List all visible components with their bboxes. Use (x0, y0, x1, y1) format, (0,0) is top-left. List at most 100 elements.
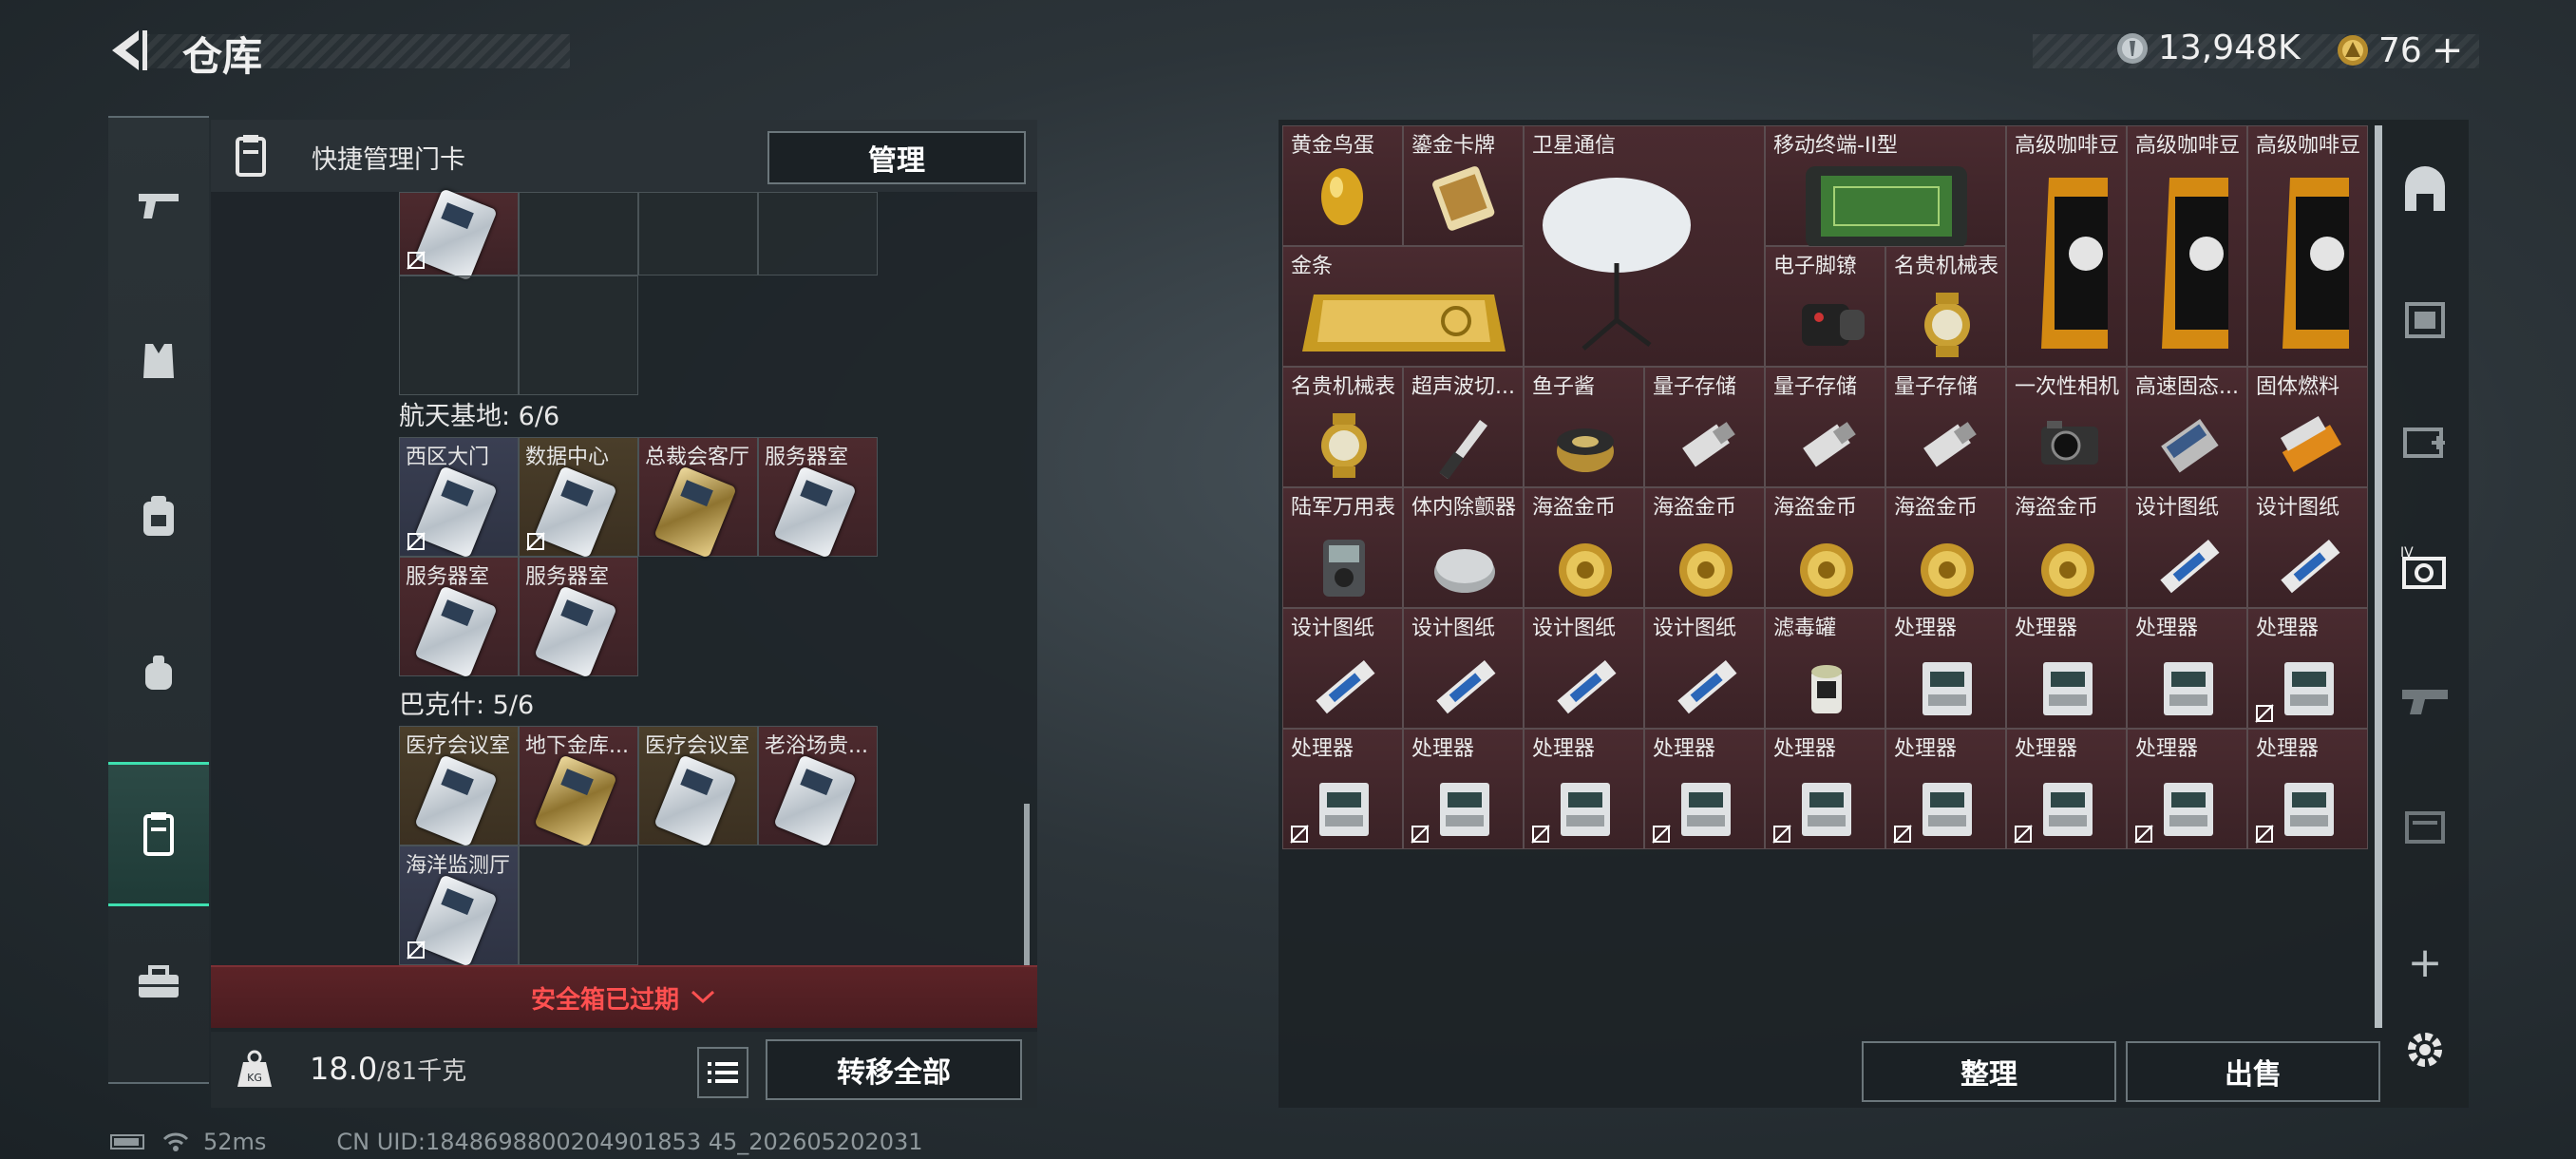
blueprint-icon (1556, 660, 1616, 714)
keycard-case-icon (143, 812, 174, 856)
inventory-item[interactable]: 滤毒罐 (1765, 608, 1885, 729)
inventory-item[interactable]: 海盗金币 (2006, 487, 2127, 608)
rail-tab-4-active[interactable]: IV (2392, 538, 2458, 604)
inventory-item[interactable]: 设计图纸 (1644, 608, 1765, 729)
keycard-slot[interactable]: 服务器室 (758, 437, 878, 559)
inventory-item[interactable]: 电子脚镣 (1765, 246, 1885, 367)
inventory-item[interactable]: 处理器 (1765, 729, 1885, 849)
inventory-item[interactable]: 黄金鸟蛋 (1282, 125, 1403, 246)
keycard-slot[interactable]: 地下金库... (519, 726, 638, 847)
rail-tab-6[interactable] (2392, 792, 2458, 859)
inventory-item[interactable]: 海盗金币 (1524, 487, 1644, 608)
category-rail (108, 116, 209, 1084)
gold-currency[interactable]: 76 + (2337, 28, 2463, 72)
rail-item-bag[interactable] (108, 621, 209, 724)
keycard-slot[interactable]: 医疗会议室 (638, 726, 758, 847)
goldcard-icon (1431, 166, 1494, 231)
manage-button[interactable]: 管理 (767, 131, 1026, 184)
silver-amount: 13,948K (2158, 28, 2301, 67)
inventory-item[interactable]: 处理器 (2006, 729, 2127, 849)
inventory-item[interactable]: 固体燃料 (2247, 367, 2368, 487)
inventory-item[interactable]: 量子存储 (1644, 367, 1765, 487)
pistol-icon (139, 194, 179, 218)
inventory-item[interactable]: 处理器 (2006, 608, 2127, 729)
keycard-slot[interactable]: 总裁会客厅 (638, 437, 758, 559)
keycard-slot[interactable]: 医疗会议室 (399, 726, 519, 847)
rail-item-toolbox[interactable] (108, 931, 209, 1034)
inventory-item[interactable]: 高速固态... (2127, 367, 2247, 487)
inventory-item[interactable]: 名贵机械表 (1282, 367, 1403, 487)
keycard-slot[interactable]: 海洋监测厅 (399, 846, 519, 967)
inventory-item[interactable]: 处理器 (1885, 608, 2006, 729)
inventory-item[interactable]: 移动终端-II型 (1765, 125, 2006, 246)
cpu-icon (2042, 662, 2093, 715)
inventory-item[interactable]: 处理器 (1282, 729, 1403, 849)
inventory-item[interactable]: 设计图纸 (2127, 487, 2247, 608)
move-all-button[interactable]: 转移全部 (766, 1039, 1022, 1100)
inventory-item[interactable]: 卫星通信 (1524, 125, 1765, 367)
list-view-button[interactable] (697, 1047, 748, 1098)
inventory-item[interactable]: 一次性相机 (2006, 367, 2127, 487)
ssd-icon (2160, 418, 2219, 473)
back-arrow-icon[interactable] (104, 27, 152, 74)
no-transfer-icon (2014, 825, 2033, 844)
inventory-item[interactable]: 海盗金币 (1765, 487, 1885, 608)
coin-icon (1799, 543, 1853, 597)
rail-item-keycards[interactable] (108, 762, 209, 906)
cpu-icon (1560, 783, 1610, 836)
inventory-item[interactable]: 处理器 (2127, 729, 2247, 849)
usb-icon (1681, 422, 1735, 467)
blueprint-icon (2159, 540, 2219, 594)
rail-item-weapons[interactable] (108, 154, 209, 256)
keycard-slot[interactable]: 老浴场贵... (758, 726, 878, 847)
inventory-item[interactable]: 设计图纸 (1282, 608, 1403, 729)
inventory-item[interactable]: 设计图纸 (1403, 608, 1524, 729)
rail-tab-1[interactable] (2392, 158, 2458, 224)
inventory-item[interactable]: 处理器 (1524, 729, 1644, 849)
inventory-item[interactable]: 量子存储 (1885, 367, 2006, 487)
inventory-item[interactable]: 处理器 (2247, 608, 2368, 729)
sell-button[interactable]: 出售 (2126, 1041, 2380, 1102)
inventory-item[interactable]: 体内除颤器 (1403, 487, 1524, 608)
keycard-slot[interactable]: 服务器室 (519, 557, 638, 678)
sort-button[interactable]: 整理 (1862, 1041, 2116, 1102)
inventory-item[interactable]: 高级咖啡豆 (2247, 125, 2368, 367)
rail-tab-2[interactable] (2392, 285, 2458, 352)
rail-item-armor[interactable] (108, 310, 209, 412)
svg-text:KG: KG (247, 1072, 262, 1084)
rail-item-backpack[interactable] (108, 466, 209, 568)
keycard-slot[interactable] (399, 188, 519, 281)
cpu-icon (2163, 662, 2213, 715)
inventory-item[interactable]: 设计图纸 (2247, 487, 2368, 608)
inventory-item[interactable]: 处理器 (2127, 608, 2247, 729)
rail-tab-5[interactable] (2392, 665, 2458, 732)
inventory-item[interactable]: 量子存储 (1765, 367, 1885, 487)
expired-banner[interactable]: 安全箱已过期 (211, 965, 1037, 1028)
keycard-slot[interactable]: 服务器室 (399, 557, 519, 678)
inventory-item[interactable]: 陆军万用表 (1282, 487, 1403, 608)
inventory-item[interactable]: 处理器 (1403, 729, 1524, 849)
inventory-item[interactable]: 超声波切... (1403, 367, 1524, 487)
keycard-slot[interactable]: 西区大门 (399, 437, 519, 559)
inventory-item[interactable]: 高级咖啡豆 (2006, 125, 2127, 367)
ping: 52ms (203, 1129, 267, 1155)
inventory-item[interactable]: 鎏金卡牌 (1403, 125, 1524, 246)
inventory-item[interactable]: 名贵机械表 (1885, 246, 2006, 367)
inventory-item[interactable]: 处理器 (1885, 729, 2006, 849)
inventory-item[interactable]: 设计图纸 (1524, 608, 1644, 729)
inventory-item[interactable]: 海盗金币 (1644, 487, 1765, 608)
inventory-item[interactable]: 鱼子酱 (1524, 367, 1644, 487)
inventory-item[interactable]: 金条 (1282, 246, 1524, 367)
inventory-item[interactable]: 高级咖啡豆 (2127, 125, 2247, 367)
keycard-slot[interactable]: 数据中心 (519, 437, 638, 559)
settings-button[interactable] (2392, 1016, 2458, 1083)
add-currency-icon[interactable]: + (2432, 28, 2464, 72)
inventory-item[interactable]: 处理器 (2247, 729, 2368, 849)
inventory-item[interactable]: 海盗金币 (1885, 487, 2006, 608)
chevron-down-icon (691, 990, 715, 1004)
rail-tab-3[interactable] (2392, 408, 2458, 475)
add-tab-icon[interactable]: + (2392, 929, 2458, 996)
keycard-label: 医疗会议室 (406, 734, 511, 758)
keycard-label: 服务器室 (525, 565, 610, 589)
inventory-item[interactable]: 处理器 (1644, 729, 1765, 849)
